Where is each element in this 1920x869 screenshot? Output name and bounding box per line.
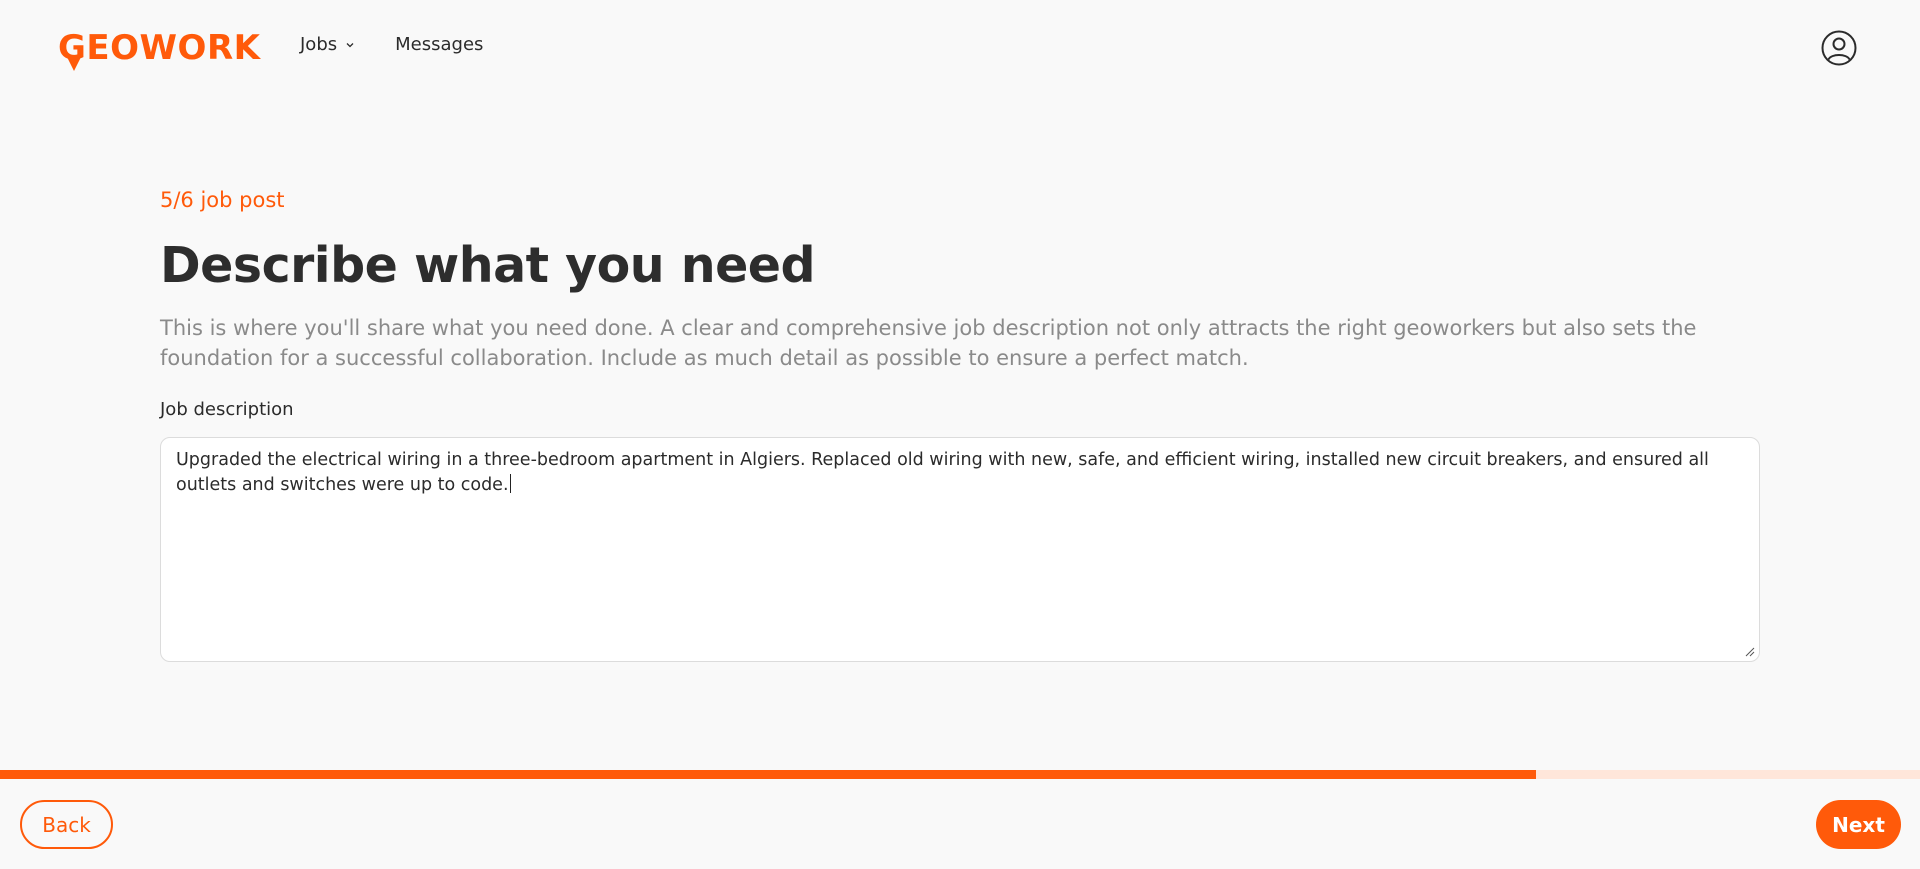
logo-pin-icon <box>67 57 81 71</box>
nav-jobs-label: Jobs <box>300 34 338 55</box>
text-caret <box>509 474 511 493</box>
job-description-value: Upgraded the electrical wiring in a thre… <box>176 450 1709 495</box>
nav-messages[interactable]: Messages <box>395 34 483 55</box>
main-nav: Jobs Messages <box>300 34 483 55</box>
job-post-form: 5/6 job post Describe what you need This… <box>160 184 1760 662</box>
progress-bar-fill <box>0 770 1536 779</box>
chevron-down-icon <box>346 42 354 47</box>
user-circle-icon[interactable] <box>1821 30 1857 66</box>
top-header: GEOWORK Jobs Messages <box>0 0 1920 96</box>
nav-messages-label: Messages <box>395 34 484 55</box>
job-description-text: Upgraded the electrical wiring in a thre… <box>176 448 1736 498</box>
step-indicator: 5/6 job post <box>160 188 285 212</box>
resize-handle-icon[interactable] <box>1745 647 1755 657</box>
nav-jobs[interactable]: Jobs <box>300 34 355 55</box>
progress-bar <box>0 770 1920 779</box>
next-button[interactable]: Next <box>1816 800 1901 849</box>
logo-text: GEOWORK <box>58 28 261 68</box>
geowork-logo[interactable]: GEOWORK <box>58 24 260 72</box>
page-description: This is where you'll share what you need… <box>160 316 1697 370</box>
job-description-label: Job description <box>160 399 294 420</box>
back-button[interactable]: Back <box>20 800 113 849</box>
page-title: Describe what you need <box>160 237 816 294</box>
job-description-textarea[interactable]: Upgraded the electrical wiring in a thre… <box>160 437 1760 662</box>
